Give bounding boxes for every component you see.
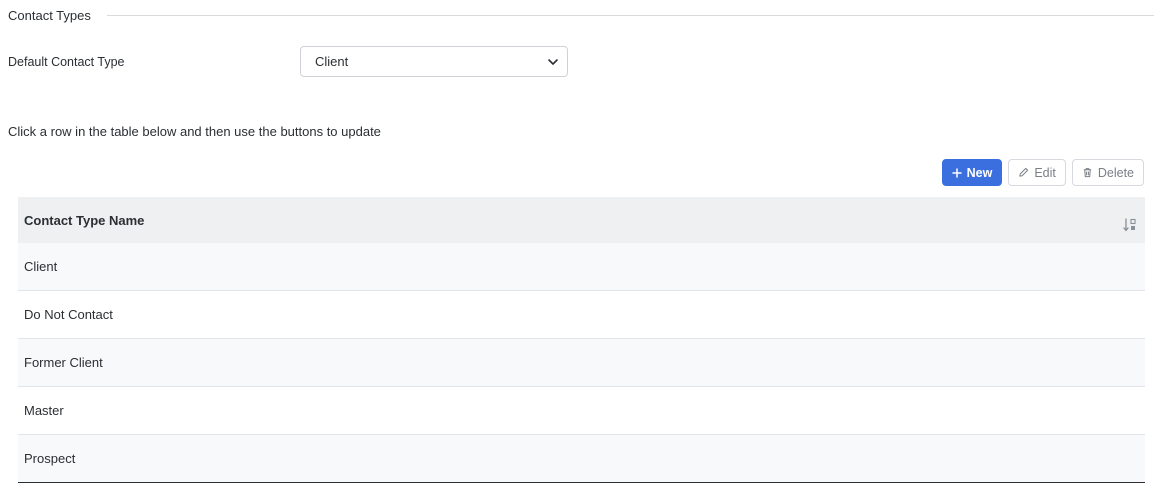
plus-icon: [951, 167, 962, 178]
default-contact-type-select[interactable]: Client: [300, 46, 568, 77]
table-row[interactable]: Former Client: [18, 339, 1145, 387]
table-row[interactable]: Client: [18, 243, 1145, 291]
chevron-down-icon: [548, 59, 558, 65]
table-row[interactable]: Prospect: [18, 435, 1145, 483]
contact-types-table: Contact Type Name Client Do Not Contact …: [18, 197, 1145, 483]
table-cell: Master: [24, 403, 64, 418]
column-header-contact-type-name: Contact Type Name: [24, 212, 145, 228]
pencil-icon: [1019, 167, 1029, 177]
table-cell: Prospect: [24, 451, 76, 466]
table-row[interactable]: Master: [18, 387, 1145, 435]
default-contact-type-value: Client: [315, 54, 349, 69]
edit-button-label: Edit: [1034, 165, 1056, 180]
section-divider: [106, 14, 1154, 16]
delete-button[interactable]: Delete: [1071, 159, 1144, 186]
table-cell: Former Client: [24, 355, 103, 370]
table-cell: Client: [24, 259, 58, 274]
instructions-text: Click a row in the table below and then …: [8, 124, 381, 139]
section-header: Contact Types: [8, 6, 1154, 24]
table-row[interactable]: Do Not Contact: [18, 291, 1145, 339]
default-contact-type-label: Default Contact Type: [8, 55, 125, 69]
table-toolbar: New Edit Delete: [941, 159, 1144, 186]
new-button-label: New: [966, 165, 993, 180]
table-header[interactable]: Contact Type Name: [18, 197, 1145, 243]
delete-button-label: Delete: [1097, 165, 1134, 180]
new-button[interactable]: New: [941, 159, 1003, 186]
table-cell: Do Not Contact: [24, 307, 113, 322]
edit-button[interactable]: Edit: [1008, 159, 1066, 186]
section-title: Contact Types: [8, 7, 91, 23]
sort-icon[interactable]: [1123, 218, 1137, 232]
trash-icon: [1083, 168, 1092, 178]
